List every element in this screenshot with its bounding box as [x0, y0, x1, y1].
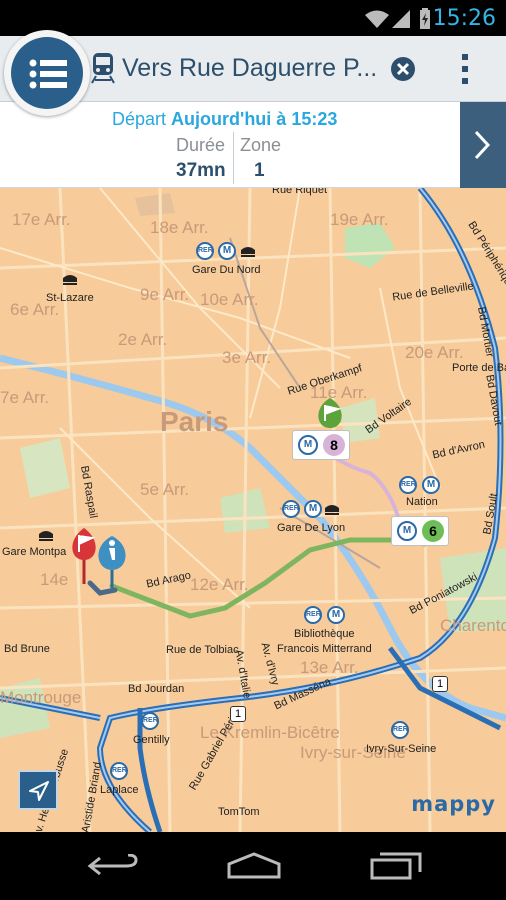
- district-label: 9e Arr.: [140, 285, 190, 304]
- page-title: Vers Rue Daguerre P...: [122, 54, 378, 82]
- street-label: Rue Riquet: [272, 188, 328, 196]
- station-label: Gare Du Nord: [192, 264, 261, 276]
- station-label: Gare Montpa: [2, 546, 67, 558]
- district-label: 19e Arr.: [330, 210, 389, 229]
- next-button[interactable]: [460, 102, 506, 188]
- road-badge-label: 1: [437, 678, 444, 690]
- close-icon[interactable]: [390, 56, 416, 82]
- metro-icon: M: [422, 476, 440, 494]
- district-label: 14e: [40, 570, 69, 589]
- metro-icon: M: [327, 606, 345, 624]
- rer-icon: RER: [304, 606, 322, 624]
- metro-icon: M: [397, 521, 417, 541]
- metro-icon: M: [304, 500, 322, 518]
- rer-icon: RER: [110, 762, 128, 780]
- trip-summary: Départ Aujourd'hui à 15:23 Durée 37mn Zo…: [0, 102, 506, 188]
- overflow-menu-icon[interactable]: [458, 52, 472, 86]
- zone-label: Zone: [240, 135, 282, 155]
- location-arrow-icon: [29, 781, 49, 801]
- metro-line-number: 8: [323, 434, 345, 456]
- menu-button[interactable]: [4, 30, 90, 116]
- train-station-icon: [39, 531, 53, 541]
- recent-apps-icon[interactable]: [370, 852, 422, 880]
- clock: 15:26: [432, 6, 496, 31]
- district-label: 7e Arr.: [0, 388, 50, 407]
- metro-line-badge[interactable]: M 6: [391, 516, 449, 546]
- system-nav-bar: [0, 832, 506, 900]
- district-label: 17e Arr.: [12, 210, 71, 229]
- departure-value: Aujourd'hui à 15:23: [171, 109, 338, 129]
- district-label: 5e Arr.: [140, 480, 190, 499]
- road-badge-label: 1: [235, 708, 242, 720]
- rer-icon: RER: [196, 242, 214, 260]
- duration-label: Durée: [176, 135, 226, 155]
- station-label: Ivry-Sur-Seine: [366, 743, 437, 755]
- city-label: Paris: [160, 406, 229, 437]
- zone-value: 1: [254, 160, 265, 181]
- station-label: Laplace: [100, 784, 139, 796]
- status-bar: 15:26: [0, 0, 506, 36]
- home-icon[interactable]: [226, 852, 282, 880]
- metro-icon: M: [298, 435, 318, 455]
- metro-icon: M: [218, 242, 236, 260]
- district-label: 2e Arr.: [118, 330, 168, 349]
- district-label: Montrouge: [0, 688, 82, 707]
- train-station-icon: [325, 505, 339, 515]
- rer-icon: RER: [141, 712, 159, 730]
- credit-label: TomTom: [218, 806, 260, 818]
- back-icon[interactable]: [86, 854, 140, 878]
- district-label: 20e Arr.: [405, 343, 464, 362]
- road-badge: 1: [432, 676, 449, 692]
- battery-icon: [420, 8, 430, 29]
- station-label: Bibliothèque: [294, 628, 355, 640]
- station-label: St-Lazare: [46, 292, 94, 304]
- station-label: Gentilly: [133, 734, 170, 746]
- chevron-right-icon: [474, 130, 491, 160]
- district-label: 10e Arr.: [200, 290, 259, 309]
- signal-icon: [392, 10, 410, 28]
- street-label: Rue de Tolbiac: [166, 644, 239, 656]
- street-label: Bd Brune: [4, 643, 50, 655]
- station-label: Nation: [406, 496, 438, 508]
- district-label: Charenton-le-Pont: [440, 616, 506, 635]
- divider: [233, 132, 234, 184]
- district-label: 18e Arr.: [150, 218, 209, 237]
- duration-value: 37mn: [176, 160, 226, 181]
- screen: 15:26 Vers Rue Daguerre P... Départ Aujo…: [0, 0, 506, 900]
- list-icon: [29, 59, 67, 89]
- road-badge: 1: [230, 706, 247, 722]
- departure: Départ Aujourd'hui à 15:23: [112, 109, 337, 130]
- departure-label: Départ: [112, 109, 167, 129]
- metro-line-number: 6: [422, 520, 444, 542]
- rer-icon: RER: [391, 721, 409, 739]
- train-icon: [91, 53, 115, 84]
- rer-icon: RER: [399, 476, 417, 494]
- place-label: Porte de Ba: [452, 362, 506, 374]
- street-label: Bd Jourdan: [128, 683, 185, 695]
- district-label: 13e Arr.: [300, 658, 359, 677]
- station-label: Francois Mitterrand: [277, 643, 372, 655]
- district-label: 3e Arr.: [222, 348, 272, 367]
- locate-button[interactable]: [18, 770, 58, 810]
- district-label: 12e Arr.: [190, 575, 249, 594]
- rer-icon: RER: [282, 500, 300, 518]
- wifi-icon: [365, 10, 389, 28]
- metro-line-badge[interactable]: M 8: [292, 430, 350, 460]
- train-station-icon: [63, 275, 77, 285]
- train-station-icon: [241, 247, 255, 257]
- map[interactable]: Paris 17e Arr. 18e Arr. 19e Arr. 9e Arr.…: [0, 188, 506, 832]
- mappy-logo: mappy: [411, 792, 496, 816]
- station-label: Gare De Lyon: [277, 522, 346, 534]
